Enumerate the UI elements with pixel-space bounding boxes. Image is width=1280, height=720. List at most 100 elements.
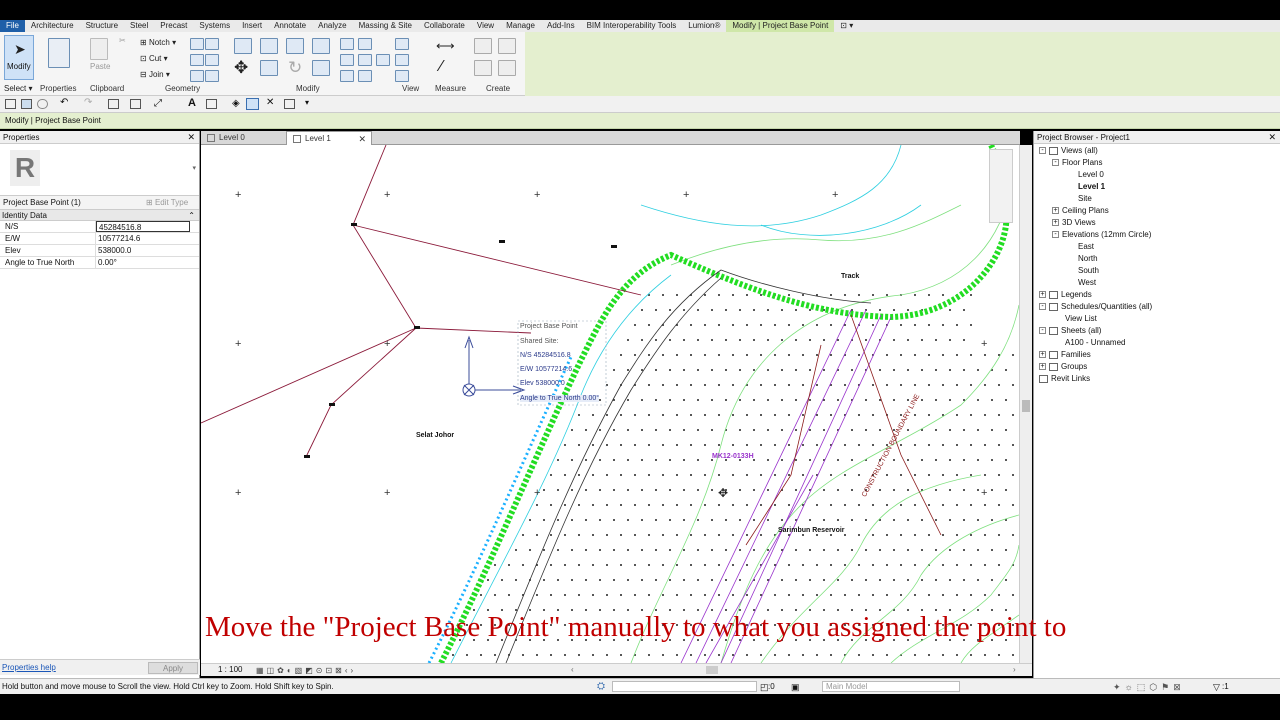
view-scale[interactable]: 1 : 100 (218, 664, 242, 676)
expand-icon[interactable]: + (1039, 291, 1046, 299)
create-similar-icon[interactable] (498, 60, 516, 76)
geometry-tool-icon[interactable] (190, 38, 204, 50)
geometry-tool5-icon[interactable] (190, 70, 204, 82)
ribbon-tab-file[interactable]: File (0, 20, 25, 32)
browser-item-families[interactable]: + Families (1039, 350, 1091, 359)
mirror-draw-icon[interactable] (312, 38, 330, 54)
browser-item-south[interactable]: South (1078, 266, 1099, 275)
browser-item-a100-unnamed[interactable]: A100 - Unnamed (1065, 338, 1125, 347)
ribbon-tab-insert[interactable]: Insert (236, 20, 268, 32)
sync-icon[interactable] (37, 99, 48, 109)
expand-icon[interactable]: + (1052, 207, 1059, 215)
edit-type-button[interactable]: ⊞ Edit Type (146, 196, 188, 210)
undo-icon[interactable]: ↶ (60, 97, 68, 108)
rotate-icon[interactable]: ↻ (288, 58, 302, 78)
browser-item-revit-links[interactable]: Revit Links (1039, 374, 1090, 383)
create-parts-icon[interactable] (498, 38, 516, 54)
text-icon[interactable]: A (188, 97, 196, 109)
align-icon[interactable] (234, 38, 252, 54)
design-options-icon[interactable]: ▣ (791, 679, 800, 695)
offset-icon[interactable] (260, 38, 278, 54)
browser-item-sheets-all[interactable]: - Sheets (all) (1039, 326, 1101, 335)
browser-item-level-1[interactable]: Level 1 (1078, 182, 1105, 191)
pbp-elev-value[interactable]: Elev 538000.0 (520, 380, 565, 387)
expand-icon[interactable]: + (1039, 351, 1046, 359)
view-control-icons[interactable]: ▦◫✿◐▧◩⊙⊡⊠‹› (256, 665, 356, 677)
browser-item-ceiling-plans[interactable]: + Ceiling Plans (1052, 206, 1109, 215)
geometry-tool3-icon[interactable] (190, 54, 204, 66)
browser-item-legends[interactable]: + Legends (1039, 290, 1092, 299)
measure-element-icon[interactable]: ⁄ (440, 58, 443, 76)
main-model-select[interactable]: Main Model (822, 681, 960, 692)
print-icon[interactable] (108, 99, 119, 109)
scale-icon[interactable] (358, 54, 372, 66)
horizontal-scroll-left[interactable]: ‹ (571, 664, 574, 676)
join-button[interactable]: ⊟ Join ▾ (140, 70, 170, 79)
property-value-field[interactable]: 0.00° (96, 257, 190, 268)
pbp-angle-value[interactable]: Angle to True North 0.00° (520, 395, 600, 402)
mirror-axis-icon[interactable] (286, 38, 304, 54)
3d-view-icon[interactable] (206, 99, 217, 109)
open-icon[interactable] (5, 99, 16, 109)
create-assembly-icon[interactable] (474, 38, 492, 54)
override-graphics-icon[interactable] (395, 54, 409, 66)
ribbon-tab-analyze[interactable]: Analyze (312, 20, 352, 32)
browser-item-west[interactable]: West (1078, 278, 1096, 287)
ribbon-tab-view[interactable]: View (471, 20, 500, 32)
pbp-ns-value[interactable]: N/S 45284516.8 (520, 352, 571, 359)
collapse-icon[interactable]: - (1052, 231, 1059, 239)
cut-button[interactable]: ⊡ Cut ▾ (140, 54, 168, 63)
expand-icon[interactable]: + (1039, 363, 1046, 371)
switch-windows-icon[interactable] (284, 99, 295, 109)
properties-icon[interactable] (48, 38, 70, 68)
browser-item-groups[interactable]: + Groups (1039, 362, 1087, 371)
drawing-area[interactable]: Project Base Point Shared Site: N/S 4528… (201, 145, 1019, 663)
browser-item-views-all[interactable]: - Views (all) (1039, 146, 1098, 155)
pbp-ew-value[interactable]: E/W 10577214.6 (520, 366, 572, 373)
property-value-field[interactable]: 45284516.8 (96, 221, 190, 232)
paste-icon[interactable] (90, 38, 108, 60)
move-icon[interactable]: ✥ (234, 58, 248, 78)
close-icon[interactable]: ✕ (187, 131, 195, 144)
geometry-tool2-icon[interactable] (205, 38, 219, 50)
notch-button[interactable]: ⊞ Notch ▾ (140, 38, 176, 47)
ribbon-tab-precast[interactable]: Precast (154, 20, 193, 32)
ribbon-tab-bim-interoperability-tools[interactable]: BIM Interoperability Tools (581, 20, 683, 32)
browser-item-north[interactable]: North (1078, 254, 1098, 263)
split-icon[interactable] (340, 38, 354, 50)
copy-icon[interactable] (260, 60, 278, 76)
pin-icon[interactable] (340, 70, 354, 82)
ribbon-tab-steel[interactable]: Steel (124, 20, 154, 32)
thin-lines-icon[interactable] (246, 98, 259, 110)
browser-item-floor-plans[interactable]: - Floor Plans (1052, 158, 1102, 167)
collapse-icon[interactable]: - (1039, 303, 1046, 311)
ribbon-tab-architecture[interactable]: Architecture (25, 20, 80, 32)
ribbon-tab-annotate[interactable]: Annotate (268, 20, 312, 32)
trim-icon[interactable] (312, 60, 330, 76)
tab-level-0[interactable]: Level 0 (201, 131, 285, 145)
ribbon-tab-structure[interactable]: Structure (80, 20, 124, 32)
close-hidden-icon[interactable]: ✕ (266, 97, 274, 108)
array-icon[interactable] (340, 54, 354, 66)
chevron-down-icon[interactable]: ▾ (192, 164, 196, 172)
close-icon[interactable]: ✕ (1268, 131, 1276, 144)
property-value-field[interactable]: 10577214.6 (96, 233, 190, 244)
measure-qat-icon[interactable] (130, 99, 141, 109)
select-dropdown[interactable]: Select ▾ (4, 84, 32, 93)
ribbon-tab-add-ins[interactable]: Add-Ins (541, 20, 581, 32)
vertical-scrollbar[interactable] (1019, 145, 1032, 663)
ribbon-tab-modify-project-base-point[interactable]: Modify | Project Base Point (726, 20, 835, 32)
property-value-field[interactable]: 538000.0 (96, 245, 190, 256)
worksets-icon[interactable]: ⛭ (597, 679, 605, 695)
collapse-icon[interactable]: ⌃ (188, 210, 195, 221)
browser-item-schedules-quantities-all[interactable]: - Schedules/Quantities (all) (1039, 302, 1152, 311)
close-tab-icon[interactable]: ✕ (358, 132, 366, 146)
linework-icon[interactable] (395, 70, 409, 82)
selection-options-icons[interactable]: ✦☼⬚⬡⚑⊠ (1113, 679, 1185, 695)
browser-item-elevations-12mm-circle[interactable]: - Elevations (12mm Circle) (1052, 230, 1151, 239)
dimension-icon[interactable]: ⤢ (154, 98, 162, 109)
identity-data-category[interactable]: Identity Data ⌃ (0, 210, 199, 221)
create-group-icon[interactable] (474, 60, 492, 76)
browser-item-view-list[interactable]: View List (1065, 314, 1097, 323)
ribbon-tab-lumion[interactable]: Lumion® (682, 20, 726, 32)
